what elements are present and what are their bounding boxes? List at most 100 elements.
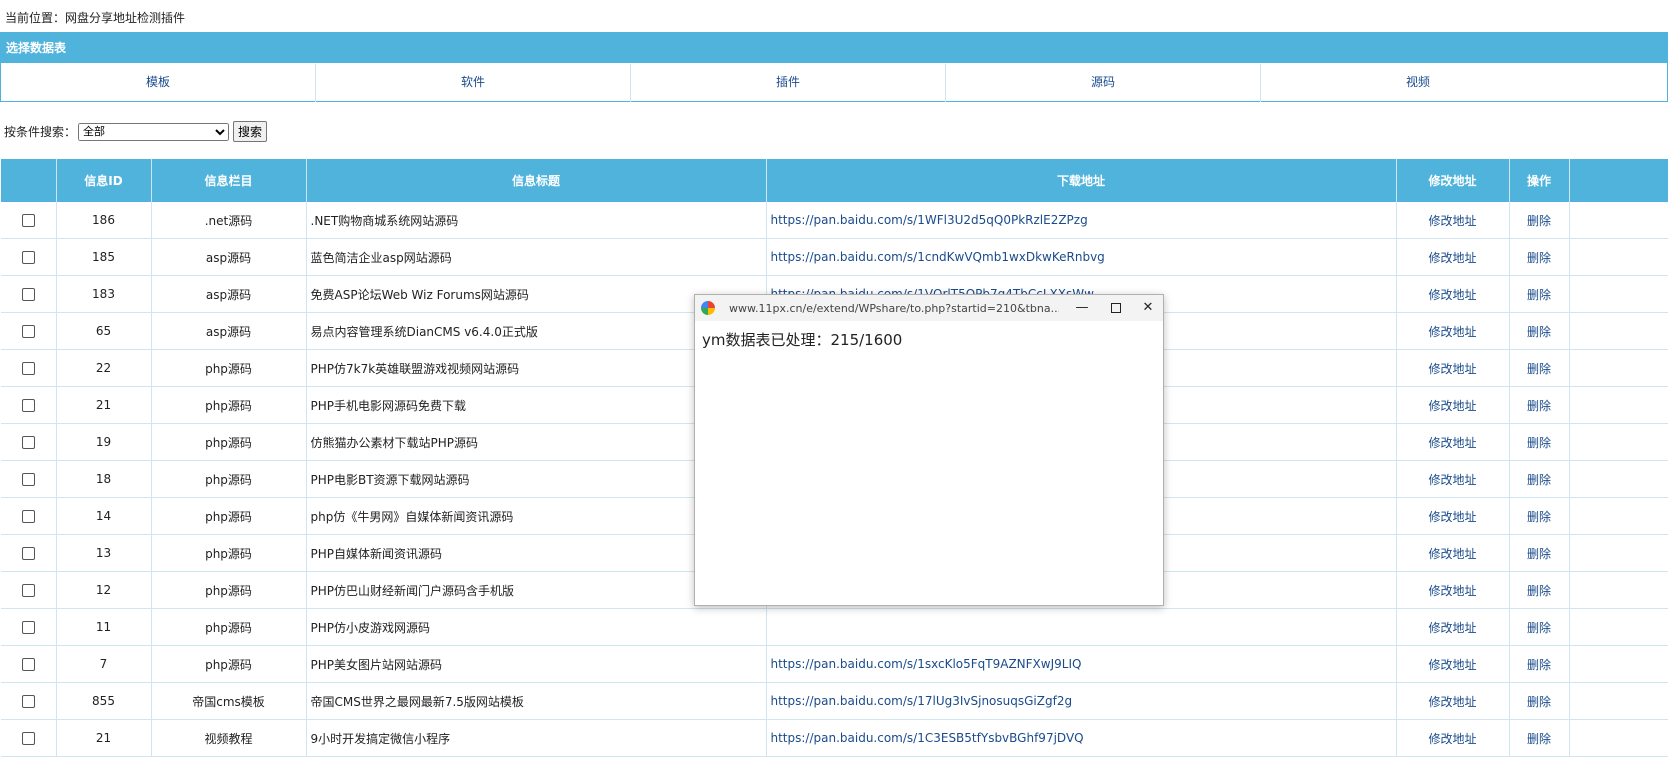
row-delete-link[interactable]: 删除 [1509, 460, 1570, 498]
close-icon[interactable]: ✕ [1131, 295, 1165, 321]
tab-plugin[interactable]: 插件 [631, 64, 946, 102]
row-select-cell [1, 312, 57, 350]
table-row: 7 php源码 PHP美女图片站网站源码 https://pan.baidu.com/… [1, 645, 1668, 683]
row-extra [1569, 202, 1668, 239]
tab-software[interactable]: 软件 [316, 64, 631, 102]
row-delete-link[interactable]: 删除 [1509, 386, 1570, 424]
popup-url: www.11px.cn/e/extend/WPshare/to.php?star… [729, 301, 1059, 315]
header-category: 信息栏目 [151, 159, 307, 202]
row-extra [1569, 571, 1668, 609]
popup-titlebar[interactable]: www.11px.cn/e/extend/WPshare/to.php?star… [695, 295, 1163, 321]
row-category: php源码 [151, 534, 307, 572]
row-extra [1569, 608, 1668, 646]
row-delete-link[interactable]: 删除 [1509, 275, 1570, 313]
row-category: asp源码 [151, 238, 307, 276]
row-edit-link[interactable]: 修改地址 [1396, 497, 1510, 535]
minimize-icon[interactable]: — [1065, 295, 1099, 321]
row-checkbox[interactable] [21, 658, 35, 671]
row-delete-link[interactable]: 删除 [1509, 571, 1570, 609]
row-download-url[interactable]: https://pan.baidu.com/s/1cndKwVQmb1wxDkw… [766, 238, 1397, 276]
row-edit-link[interactable]: 修改地址 [1396, 571, 1510, 609]
row-edit-link[interactable]: 修改地址 [1396, 460, 1510, 498]
row-download-url[interactable]: https://pan.baidu.com/s/1C3ESB5tfYsbvBGh… [766, 719, 1397, 757]
row-checkbox[interactable] [21, 510, 35, 523]
row-delete-link[interactable]: 删除 [1509, 645, 1570, 683]
row-extra [1569, 312, 1668, 350]
table-header-row: 信息ID 信息栏目 信息标题 下载地址 修改地址 操作 [1, 159, 1668, 202]
row-edit-link[interactable]: 修改地址 [1396, 386, 1510, 424]
row-checkbox[interactable] [21, 399, 35, 412]
search-button[interactable]: 搜索 [233, 121, 268, 142]
row-category: php源码 [151, 608, 307, 646]
row-edit-link[interactable]: 修改地址 [1396, 682, 1510, 720]
maximize-icon[interactable] [1099, 295, 1133, 321]
row-delete-link[interactable]: 删除 [1509, 423, 1570, 461]
row-edit-link[interactable]: 修改地址 [1396, 312, 1510, 350]
row-edit-link[interactable]: 修改地址 [1396, 275, 1510, 313]
row-id: 185 [56, 238, 152, 276]
row-id: 12 [56, 571, 152, 609]
row-edit-link[interactable]: 修改地址 [1396, 719, 1510, 757]
row-category: .net源码 [151, 202, 307, 239]
row-delete-link[interactable]: 删除 [1509, 497, 1570, 535]
tab-source[interactable]: 源码 [946, 64, 1261, 102]
row-edit-link[interactable]: 修改地址 [1396, 423, 1510, 461]
row-id: 21 [56, 386, 152, 424]
table-row: 186 .net源码 .NET购物商城系统网站源码 https://pan.baidu… [1, 202, 1668, 239]
row-delete-link[interactable]: 删除 [1509, 534, 1570, 572]
row-checkbox[interactable] [21, 547, 35, 560]
row-checkbox[interactable] [21, 251, 35, 264]
row-checkbox[interactable] [21, 584, 35, 597]
row-category: php源码 [151, 423, 307, 461]
row-select-cell [1, 349, 57, 387]
row-checkbox[interactable] [21, 325, 35, 338]
row-delete-link[interactable]: 删除 [1509, 682, 1570, 720]
row-edit-link[interactable]: 修改地址 [1396, 645, 1510, 683]
row-extra [1569, 645, 1668, 683]
row-checkbox[interactable] [21, 436, 35, 449]
row-edit-link[interactable]: 修改地址 [1396, 349, 1510, 387]
row-checkbox[interactable] [21, 732, 35, 745]
table-select-panel: 选择数据表 模板 软件 插件 源码 视频 [0, 32, 1668, 102]
row-download-url[interactable]: https://pan.baidu.com/s/1sxcKlo5FqT9AZNF… [766, 645, 1397, 683]
row-delete-link[interactable]: 删除 [1509, 608, 1570, 646]
row-category: php源码 [151, 460, 307, 498]
row-select-cell [1, 645, 57, 683]
row-download-url[interactable]: https://pan.baidu.com/s/1WFl3U2d5qQ0PkRz… [766, 202, 1397, 239]
row-category: php源码 [151, 497, 307, 535]
row-edit-link[interactable]: 修改地址 [1396, 534, 1510, 572]
row-download-url[interactable]: https://pan.baidu.com/s/17lUg3IvSjnosuqs… [766, 682, 1397, 720]
row-title: 蓝色简洁企业asp网站源码 [306, 238, 767, 276]
row-delete-link[interactable]: 删除 [1509, 202, 1570, 239]
row-checkbox[interactable] [21, 473, 35, 486]
row-delete-link[interactable]: 删除 [1509, 349, 1570, 387]
row-delete-link[interactable]: 删除 [1509, 238, 1570, 276]
row-edit-link[interactable]: 修改地址 [1396, 238, 1510, 276]
row-category: php源码 [151, 571, 307, 609]
row-title: 9小时开发搞定微信小程序 [306, 719, 767, 757]
row-select-cell [1, 608, 57, 646]
row-download-url[interactable] [766, 608, 1397, 646]
row-category: php源码 [151, 386, 307, 424]
row-checkbox[interactable] [21, 695, 35, 708]
row-title: PHP仿小皮游戏网源码 [306, 608, 767, 646]
breadcrumb: 当前位置：网盘分享地址检测插件 [5, 11, 186, 25]
row-edit-link[interactable]: 修改地址 [1396, 608, 1510, 646]
table-row: 185 asp源码 蓝色简洁企业asp网站源码 https://pan.baidu.c… [1, 238, 1668, 276]
search-select[interactable]: 全部 [78, 122, 230, 141]
header-id: 信息ID [56, 159, 152, 202]
row-select-cell [1, 460, 57, 498]
row-edit-link[interactable]: 修改地址 [1396, 202, 1510, 239]
header-title: 信息标题 [306, 159, 767, 202]
row-checkbox[interactable] [21, 362, 35, 375]
row-checkbox[interactable] [21, 214, 35, 227]
row-id: 11 [56, 608, 152, 646]
row-checkbox[interactable] [21, 288, 35, 301]
header-download-url: 下载地址 [766, 159, 1397, 202]
tab-template[interactable]: 模板 [1, 64, 316, 102]
row-checkbox[interactable] [21, 621, 35, 634]
tab-video[interactable]: 视频 [1261, 64, 1575, 102]
row-delete-link[interactable]: 删除 [1509, 312, 1570, 350]
row-delete-link[interactable]: 删除 [1509, 719, 1570, 757]
header-edit-url: 修改地址 [1396, 159, 1510, 202]
